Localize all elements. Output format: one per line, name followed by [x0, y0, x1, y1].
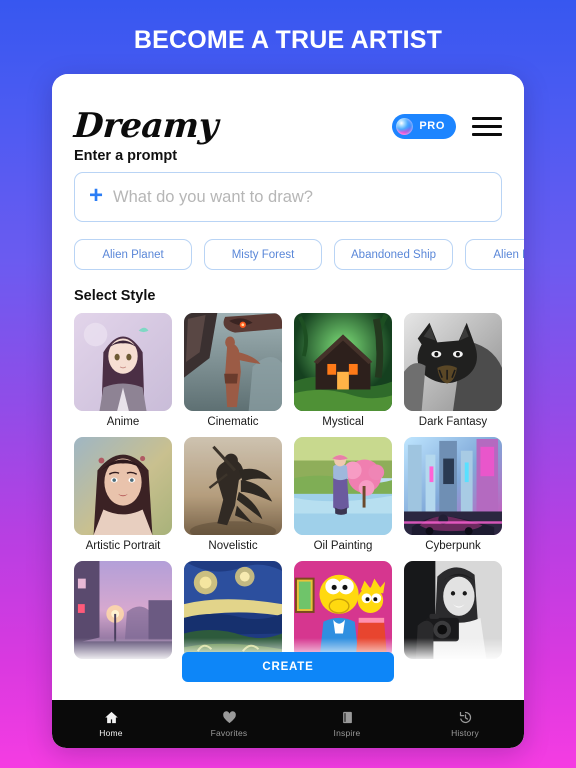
app-logo: Dreamy	[72, 106, 220, 146]
style-label: Dark Fantasy	[418, 416, 488, 428]
style-card-cinematic[interactable]: Cinematic	[184, 313, 282, 428]
style-label: Cinematic	[207, 416, 259, 428]
prompt-input[interactable]: + What do you want to draw?	[74, 172, 502, 222]
style-thumbnail	[404, 437, 502, 535]
plus-icon[interactable]: +	[89, 184, 103, 208]
hamburger-bar	[472, 116, 502, 120]
style-thumbnail	[184, 437, 282, 535]
style-label: Artistic Portrait	[85, 540, 161, 552]
style-label: Oil Painting	[313, 540, 373, 552]
create-button-container: CREATE	[52, 638, 524, 700]
style-card-cyberpunk[interactable]: Cyberpunk	[404, 437, 502, 552]
nav-item-history[interactable]: History	[406, 710, 524, 738]
home-icon	[104, 711, 118, 724]
style-card-novelistic[interactable]: Novelistic	[184, 437, 282, 552]
nav-item-favorites[interactable]: Favorites	[170, 710, 288, 738]
hamburger-menu-icon[interactable]	[472, 116, 502, 136]
create-button[interactable]: CREATE	[182, 652, 394, 682]
style-label: Novelistic	[208, 540, 258, 552]
style-thumbnail	[74, 313, 172, 411]
style-card-oil-painting[interactable]: Oil Painting	[294, 437, 392, 552]
bottom-navigation: Home Favorites Inspire History	[52, 700, 524, 748]
style-thumbnail	[294, 437, 392, 535]
nav-item-home[interactable]: Home	[52, 710, 170, 738]
hamburger-bar	[472, 132, 502, 136]
pro-label: PRO	[419, 120, 445, 132]
pro-badge[interactable]: PRO	[392, 113, 456, 139]
prompt-section: Enter a prompt + What do you want to dra…	[52, 148, 524, 222]
style-card-artistic-portrait[interactable]: Artistic Portrait	[74, 437, 172, 552]
app-header: Dreamy PRO	[52, 74, 524, 148]
suggestion-chip[interactable]: Misty Forest	[204, 239, 322, 270]
page-title: BECOME A TRUE ARTIST	[133, 26, 443, 54]
style-thumbnail	[294, 313, 392, 411]
nav-label: Favorites	[210, 728, 248, 738]
hamburger-bar	[472, 124, 502, 128]
prompt-placeholder: What do you want to draw?	[113, 187, 313, 206]
style-card-mystical[interactable]: Mystical	[294, 313, 392, 428]
select-style-heading: Select Style	[74, 288, 156, 304]
nav-label: Home	[99, 728, 123, 738]
style-thumbnail	[184, 313, 282, 411]
heart-icon	[222, 711, 236, 724]
nav-label: History	[451, 728, 479, 738]
style-card-anime[interactable]: Anime	[74, 313, 172, 428]
style-label: Mystical	[322, 416, 364, 428]
suggestion-chip[interactable]: Alien Planet	[465, 239, 524, 270]
app-screen: Dreamy PRO Enter a prompt + What do you …	[52, 74, 524, 700]
style-label: Cyberpunk	[425, 540, 481, 552]
phone-frame: Dreamy PRO Enter a prompt + What do you …	[52, 74, 524, 748]
book-icon	[342, 711, 352, 724]
suggestion-chip[interactable]: Abandoned Ship	[334, 239, 454, 270]
style-thumbnail	[74, 437, 172, 535]
nav-label: Inspire	[333, 728, 361, 738]
suggestion-chip[interactable]: Alien Planet	[74, 239, 192, 270]
clock-rewind-icon	[459, 711, 471, 724]
style-thumbnail	[404, 313, 502, 411]
suggestion-chip-row[interactable]: Alien Planet Misty Forest Abandoned Ship…	[52, 239, 524, 270]
prompt-label: Enter a prompt	[74, 148, 178, 164]
style-card-dark-fantasy[interactable]: Dark Fantasy	[404, 313, 502, 428]
style-label: Anime	[106, 416, 140, 428]
header-actions: PRO	[392, 113, 502, 139]
gradient-orb-icon	[396, 117, 414, 135]
nav-item-inspire[interactable]: Inspire	[288, 710, 406, 738]
style-grid: Anime Cinematic Mystical Dark Fantasy Ar…	[52, 313, 524, 664]
